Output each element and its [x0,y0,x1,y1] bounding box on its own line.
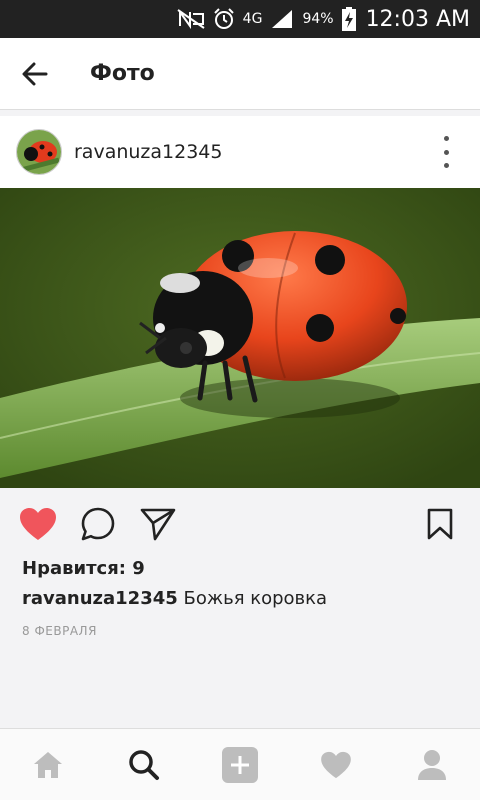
nav-search[interactable] [126,747,162,783]
comment-icon [81,507,115,541]
arrow-left-icon [22,62,48,85]
profile-icon [418,750,446,780]
send-icon [140,508,176,541]
post-photo[interactable] [0,188,480,488]
post-actions [0,488,480,560]
add-icon [222,747,258,783]
signal-icon [270,8,294,30]
nav-home[interactable] [30,747,66,783]
status-bar: 4G 94% 12:03 AM [0,0,480,38]
nav-profile[interactable] [414,747,450,783]
nav-activity[interactable] [318,747,354,783]
post-caption: ravanuza12345 Божья коровка [22,588,327,609]
post-date: 8 ФЕВРАЛЯ [22,624,97,638]
share-button[interactable] [138,504,178,544]
battery-percent: 94% [302,11,334,27]
back-button[interactable] [0,38,70,110]
more-options-button[interactable] [442,136,450,168]
bottom-nav [0,728,480,800]
nfc-muted-icon [177,8,205,30]
bookmark-icon [427,508,453,540]
battery-charging-icon [341,7,356,31]
activity-heart-icon [321,751,351,779]
ladybug-image [0,188,480,488]
caption-text: Божья коровка [177,588,328,609]
clock: 12:03 AM [365,6,470,32]
home-icon [34,752,62,778]
network-type: 4G [242,11,263,27]
post-username[interactable]: ravanuza12345 [74,141,222,163]
comment-button[interactable] [78,504,118,544]
save-button[interactable] [420,504,460,544]
more-vertical-icon [443,136,449,141]
caption-username[interactable]: ravanuza12345 [22,588,178,609]
nav-add[interactable] [222,747,258,783]
like-button[interactable] [18,504,58,544]
alarm-icon [213,8,235,30]
post-header: ravanuza12345 [0,116,480,188]
likes-count[interactable]: Нравится: 9 [22,558,145,579]
search-icon [129,750,159,780]
avatar[interactable] [16,129,62,175]
heart-icon [20,508,56,540]
app-header: Фото [0,38,480,110]
page-title: Фото [90,61,155,86]
